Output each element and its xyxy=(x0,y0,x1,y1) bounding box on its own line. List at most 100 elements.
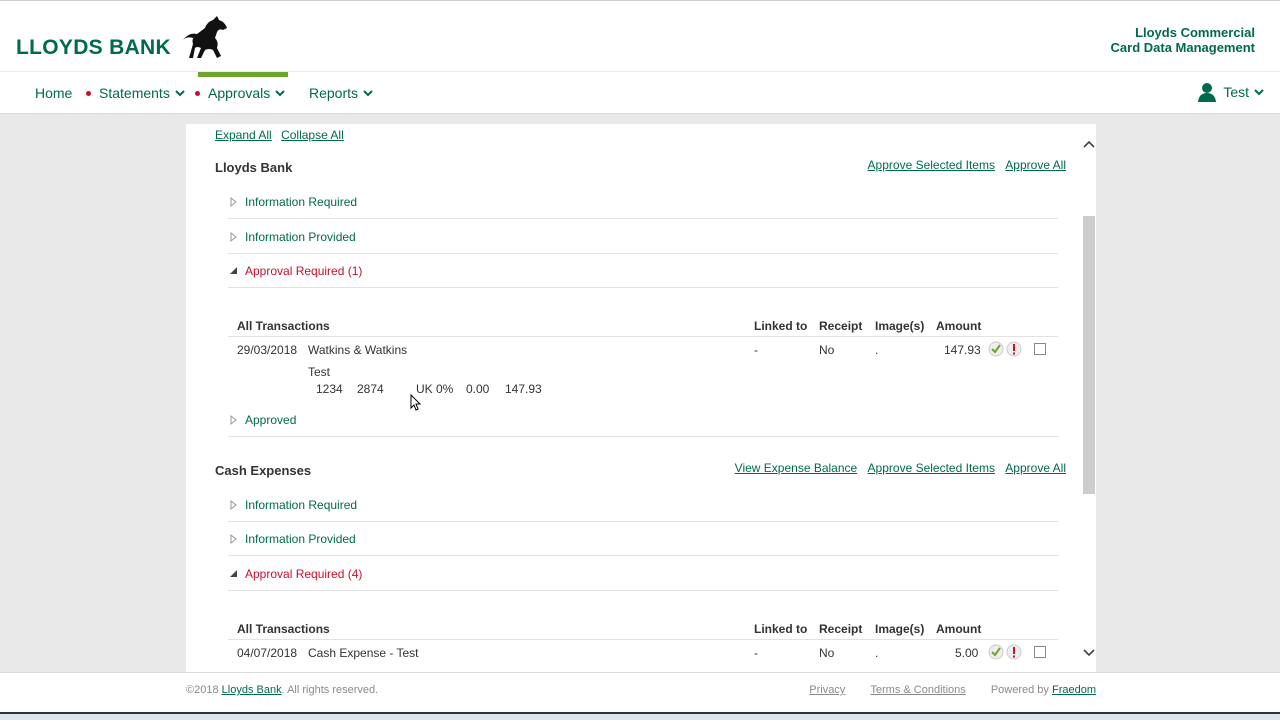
transaction-date: 04/07/2018 xyxy=(237,646,298,660)
lloyds-logo[interactable]: LLOYDS BANK xyxy=(16,14,231,64)
terms-link[interactable]: Terms & Conditions xyxy=(870,684,965,696)
group-information-provided[interactable]: Information Provided xyxy=(228,220,1058,254)
app-title: Lloyds Commercial Card Data Management xyxy=(1111,25,1255,55)
main-nav: Home Statements Approvals Reports xyxy=(0,72,1280,114)
group-information-required[interactable]: Information Required xyxy=(228,185,1058,219)
nav-reports[interactable]: Reports xyxy=(309,72,373,114)
transaction-amount: 147.93 xyxy=(944,343,981,357)
group-label: Information Provided xyxy=(245,531,356,546)
nav-approvals[interactable]: Approvals xyxy=(195,72,285,114)
transaction-merchant: Watkins & Watkins xyxy=(308,343,408,357)
header-receipt: Receipt xyxy=(819,622,863,636)
triangle-right-icon xyxy=(230,414,237,425)
footer: ©2018 Lloyds Bank. All rights reserved. … xyxy=(0,672,1280,712)
chevron-down-icon xyxy=(1254,89,1264,96)
approve-check-icon[interactable] xyxy=(988,644,1004,660)
transactions-table-header: All Transactions Linked to Receipt Image… xyxy=(228,315,1058,337)
nav-approvals-label: Approvals xyxy=(208,85,271,101)
transaction-merchant: Cash Expense - Test xyxy=(308,646,419,660)
active-tab-indicator xyxy=(198,72,288,77)
table-row[interactable]: 04/07/2018 Cash Expense - Test - No . 5.… xyxy=(228,642,1058,664)
mouse-cursor-icon xyxy=(410,394,422,411)
powered-by-label: Powered by xyxy=(990,684,1049,696)
scroll-up-icon[interactable] xyxy=(1082,138,1096,150)
approve-selected-items-link[interactable]: Approve Selected Items xyxy=(868,461,995,475)
section-actions: Approve Selected Items Approve All xyxy=(861,158,1066,172)
copyright-suffix: . All rights reserved. xyxy=(281,684,379,696)
user-menu[interactable]: Test xyxy=(1197,82,1264,102)
group-label: Information Required xyxy=(245,194,358,209)
triangle-down-icon xyxy=(230,266,237,274)
app-title-line1: Lloyds Commercial xyxy=(1135,25,1255,40)
row-select-checkbox[interactable] xyxy=(1034,646,1046,658)
header-amount: Amount xyxy=(936,622,982,636)
group-approved[interactable]: Approved xyxy=(228,403,1058,437)
group-label: Approval Required (1) xyxy=(245,263,363,278)
row-status-icons xyxy=(988,644,1024,660)
transaction-linked: - xyxy=(754,646,758,660)
detail-cost-code: 1234 xyxy=(316,382,343,396)
group-information-provided[interactable]: Information Provided xyxy=(228,522,1058,556)
transaction-detail-row: 1234 2874 UK 0% 0.00 147.93 xyxy=(228,378,1058,400)
transaction-images: . xyxy=(875,646,879,660)
copyright: ©2018 Lloyds Bank. All rights reserved. xyxy=(186,684,378,696)
logo-text: LLOYDS BANK xyxy=(16,36,171,59)
exclamation-icon[interactable] xyxy=(1006,644,1022,660)
triangle-right-icon xyxy=(230,231,237,242)
approve-selected-items-link[interactable]: Approve Selected Items xyxy=(868,158,995,172)
chevron-down-icon xyxy=(175,90,185,97)
scroll-down-icon[interactable] xyxy=(1082,647,1096,659)
group-approval-required[interactable]: Approval Required (1) xyxy=(228,254,1058,288)
triangle-down-icon xyxy=(230,569,237,577)
exclamation-icon[interactable] xyxy=(1006,341,1022,357)
section-title-lloyds-bank: Lloyds Bank xyxy=(215,160,293,175)
nav-home[interactable]: Home xyxy=(35,72,72,114)
section-title-cash-expenses: Cash Expenses xyxy=(215,463,312,478)
header-images: Image(s) xyxy=(875,622,925,636)
table-row[interactable]: 29/03/2018 Watkins & Watkins - No . 147.… xyxy=(228,339,1058,361)
notification-dot xyxy=(195,90,200,96)
footer-links: Privacy Terms & Conditions Powered by Fr… xyxy=(787,684,1096,696)
fraedom-link[interactable]: Fraedom xyxy=(1052,684,1096,696)
collapse-all-link[interactable]: Collapse All xyxy=(281,128,344,142)
powered-by: Powered by Fraedom xyxy=(991,684,1096,696)
copyright-lloyds-link[interactable]: Lloyds Bank xyxy=(222,684,282,696)
user-icon xyxy=(1198,83,1217,102)
detail-vat-amount: 0.00 xyxy=(466,382,490,396)
triangle-right-icon xyxy=(230,499,237,510)
section-actions: View Expense Balance Approve Selected It… xyxy=(728,461,1066,475)
approve-all-link[interactable]: Approve All xyxy=(1005,461,1066,475)
group-label: Approved xyxy=(245,412,297,427)
approve-check-icon[interactable] xyxy=(988,341,1004,357)
group-information-required[interactable]: Information Required xyxy=(228,488,1058,522)
privacy-link[interactable]: Privacy xyxy=(809,684,845,696)
header-all-transactions: All Transactions xyxy=(237,622,330,636)
approve-all-link[interactable]: Approve All xyxy=(1005,158,1066,172)
expand-collapse-links: Expand All Collapse All xyxy=(215,128,350,142)
detail-net-amount: 147.93 xyxy=(505,382,542,396)
app-title-line2: Card Data Management xyxy=(1110,40,1255,55)
header-all-transactions: All Transactions xyxy=(237,319,330,333)
header: LLOYDS BANK Lloyds Commercial Card Data … xyxy=(0,6,1280,72)
transaction-receipt: No xyxy=(819,343,835,357)
nav-reports-label: Reports xyxy=(309,85,359,101)
header-images: Image(s) xyxy=(875,319,925,333)
group-label: Approval Required (4) xyxy=(245,566,363,581)
row-select-checkbox[interactable] xyxy=(1034,343,1046,355)
scrollbar-thumb[interactable] xyxy=(1083,216,1095,494)
transaction-images: . xyxy=(875,343,879,357)
group-label: Information Required xyxy=(245,497,358,512)
transaction-amount: 5.00 xyxy=(955,646,979,660)
group-label: Information Provided xyxy=(245,229,356,244)
chevron-down-icon xyxy=(275,90,285,97)
notification-dot xyxy=(86,90,91,96)
detail-nominal: 2874 xyxy=(357,382,384,396)
triangle-right-icon xyxy=(230,533,237,544)
black-horse-icon xyxy=(182,16,227,58)
nav-statements[interactable]: Statements xyxy=(86,72,185,114)
nav-home-label: Home xyxy=(35,85,73,101)
expand-all-link[interactable]: Expand All xyxy=(215,128,272,142)
header-receipt: Receipt xyxy=(819,319,863,333)
view-expense-balance-link[interactable]: View Expense Balance xyxy=(735,461,858,475)
group-approval-required[interactable]: Approval Required (4) xyxy=(228,557,1058,591)
